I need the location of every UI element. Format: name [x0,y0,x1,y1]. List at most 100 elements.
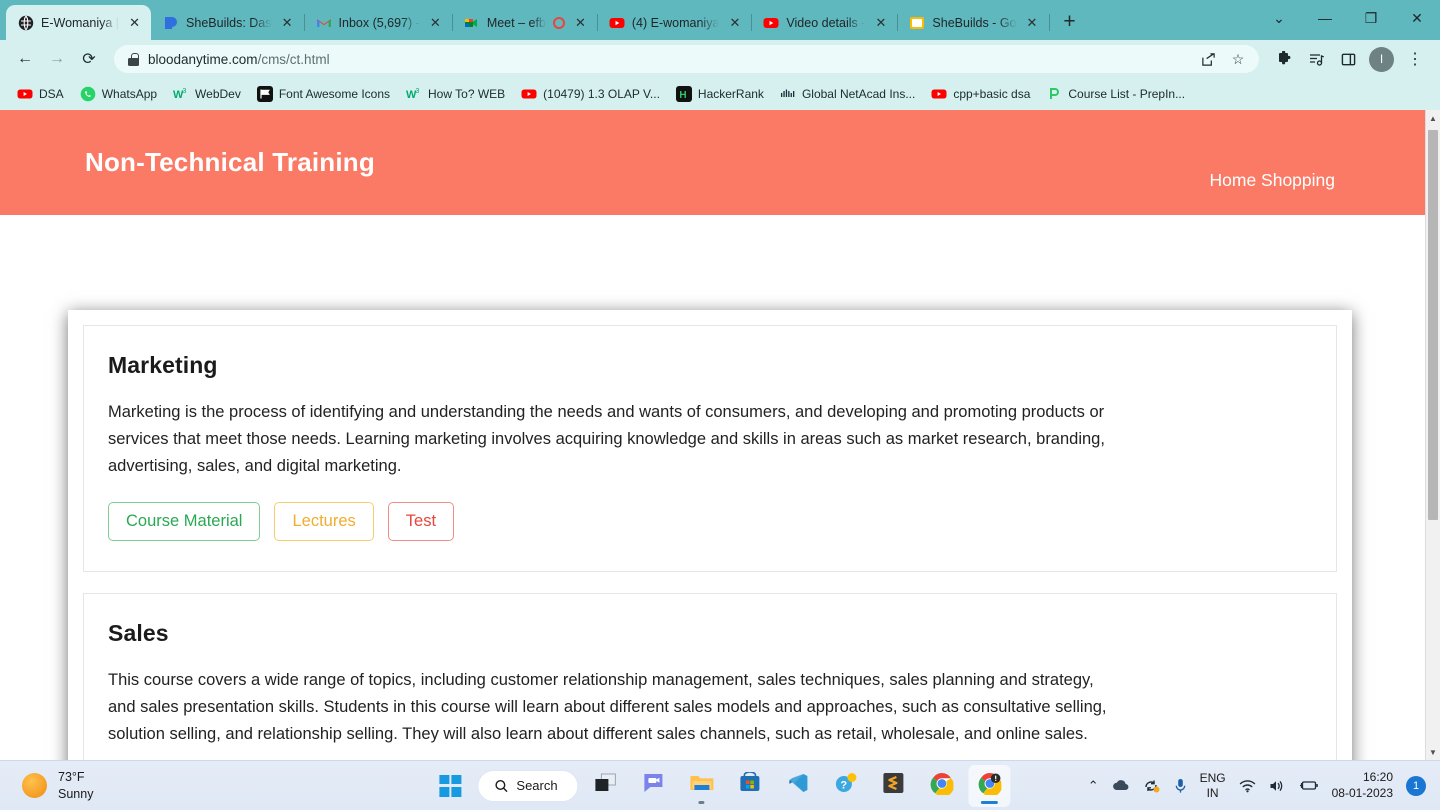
scroll-down-arrow-icon[interactable]: ▼ [1426,744,1440,760]
window-controls: ⌄ — ❐ ✕ [1256,0,1440,36]
course-material-button[interactable]: Course Material [108,502,261,542]
weather-text: 73°F Sunny [58,769,93,802]
tab-close-icon[interactable]: ✕ [126,14,143,31]
share-icon[interactable] [1193,44,1223,74]
address-bar[interactable]: bloodanytime.com/cms/ct.html ☆ [114,45,1259,73]
bookmark-label: HackerRank [697,87,764,101]
microphone-icon[interactable] [1174,778,1187,794]
bookmark-item[interactable]: W3 WebDev [166,82,248,106]
battery-icon[interactable] [1299,779,1319,792]
scroll-up-arrow-icon[interactable]: ▲ [1426,110,1440,126]
url-text: bloodanytime.com/cms/ct.html [148,52,330,67]
side-panel-icon[interactable] [1333,44,1363,74]
chat-button[interactable] [633,765,675,807]
tab-close-icon[interactable]: ✕ [427,14,444,31]
sync-icon[interactable] [1143,778,1161,794]
weather-temperature: 73°F [58,770,85,784]
bookmark-item[interactable]: DSA [10,82,71,106]
taskbar-search-button[interactable]: Search [477,769,579,802]
chrome-menu-button[interactable]: ⋮ [1400,44,1430,74]
chrome-button[interactable] [921,765,963,807]
vs-code-icon [786,772,810,799]
tab-title: SheBuilds: Das [186,15,272,30]
bookmark-item[interactable]: cpp+basic dsa [924,82,1037,106]
browser-tab-2[interactable]: Inbox (5,697) - ✕ [304,5,453,40]
file-explorer-button[interactable] [681,765,723,807]
omnibox-icons: ☆ [1193,44,1253,74]
tab-title: (4) E-womaniya [631,15,720,30]
gmail-icon [316,15,332,31]
microsoft-store-icon [738,771,761,799]
taskbar-clock[interactable]: 16:20 08-01-2023 [1332,770,1393,802]
browser-tab-1[interactable]: SheBuilds: Das ✕ [151,5,305,40]
chat-icon [642,772,666,799]
forward-button[interactable]: → [42,44,72,74]
bookmark-item[interactable]: WhatsApp [73,82,164,106]
cloud-icon[interactable] [1112,779,1130,792]
browser-tab-3[interactable]: Meet – efb ✕ [452,5,598,40]
scrollbar-thumb[interactable] [1428,130,1438,520]
bookmark-item[interactable]: W3 How To? WEB [399,82,512,106]
tab-close-icon[interactable]: ✕ [572,14,589,31]
browser-tab-4[interactable]: (4) E-womaniya ✕ [597,5,753,40]
fontawesome-icon [256,86,273,102]
bookmark-label: Font Awesome Icons [278,87,391,101]
help-button[interactable]: ? [825,765,867,807]
wifi-icon[interactable] [1239,779,1256,793]
chrome-active-button[interactable] [968,764,1011,807]
bookmark-item[interactable]: Course List - PrepIn... [1039,82,1192,106]
new-tab-button[interactable]: + [1055,7,1085,37]
bookmark-item[interactable]: Font Awesome Icons [250,82,397,106]
extensions-icon[interactable] [1269,44,1299,74]
windows-start-button[interactable] [429,765,471,807]
running-indicator [981,800,999,804]
media-icon[interactable] [1301,44,1331,74]
windows-taskbar: 73°F Sunny Search ? ⌃ ENG IN 16:20 08-01… [0,760,1440,810]
notification-badge[interactable]: 1 [1406,775,1426,796]
tab-search-icon[interactable]: ⌄ [1256,0,1302,36]
w3schools-icon: W3 [406,86,422,102]
reload-button[interactable]: ⟳ [74,44,104,74]
tab-close-icon[interactable]: ✕ [872,14,889,31]
lectures-button[interactable]: Lectures [274,502,374,542]
show-hidden-icons-button[interactable]: ⌃ [1088,778,1099,794]
language-indicator[interactable]: ENG IN [1200,771,1226,801]
tab-close-icon[interactable]: ✕ [279,14,296,31]
back-button[interactable]: ← [10,44,40,74]
test-button[interactable]: Test [387,502,455,542]
volume-icon[interactable] [1269,779,1286,793]
tab-close-icon[interactable]: ✕ [1024,14,1041,31]
nav-link-home-shopping[interactable]: Home Shopping [1210,170,1336,191]
microsoft-store-button[interactable] [729,765,771,807]
prepinsta-icon [1046,86,1062,102]
tab-close-icon[interactable]: ✕ [726,14,743,31]
sublime-text-button[interactable] [873,765,915,807]
chrome-active-icon [978,772,1002,800]
cisco-icon [780,86,796,102]
course-action-buttons: Course Material Lectures Test [108,502,1312,542]
task-view-button[interactable] [585,765,627,807]
bookmark-star-icon[interactable]: ☆ [1223,44,1253,74]
vs-code-button[interactable] [777,765,819,807]
page-scrollbar[interactable]: ▲ ▼ [1425,110,1440,760]
tab-separator [1048,14,1050,31]
google-keep-icon [909,15,925,31]
sun-icon [22,773,47,798]
profile-avatar[interactable]: I [1369,46,1394,72]
web-page: Non-Technical Training Home Shopping Mar… [0,110,1425,760]
close-window-button[interactable]: ✕ [1394,0,1440,36]
minimize-button[interactable]: — [1302,0,1348,36]
whatsapp-icon [80,86,96,102]
hackerrank-icon: H [675,86,692,102]
bookmark-item[interactable]: Global NetAcad Ins... [773,82,922,106]
browser-tab-5[interactable]: Video details - ✕ [751,5,899,40]
bookmark-label: WhatsApp [101,87,158,101]
taskbar-weather-widget[interactable]: 73°F Sunny [22,769,93,802]
maximize-button[interactable]: ❐ [1348,0,1394,36]
help-icon: ? [834,772,858,799]
youtube-icon [931,86,947,102]
browser-tab-6[interactable]: SheBuilds - Go ✕ [897,5,1050,40]
bookmark-item[interactable]: (10479) 1.3 OLAP V... [514,82,667,106]
browser-tab-0[interactable]: E-Womaniya | ✕ [6,5,152,40]
bookmark-item[interactable]: H HackerRank [669,82,771,106]
